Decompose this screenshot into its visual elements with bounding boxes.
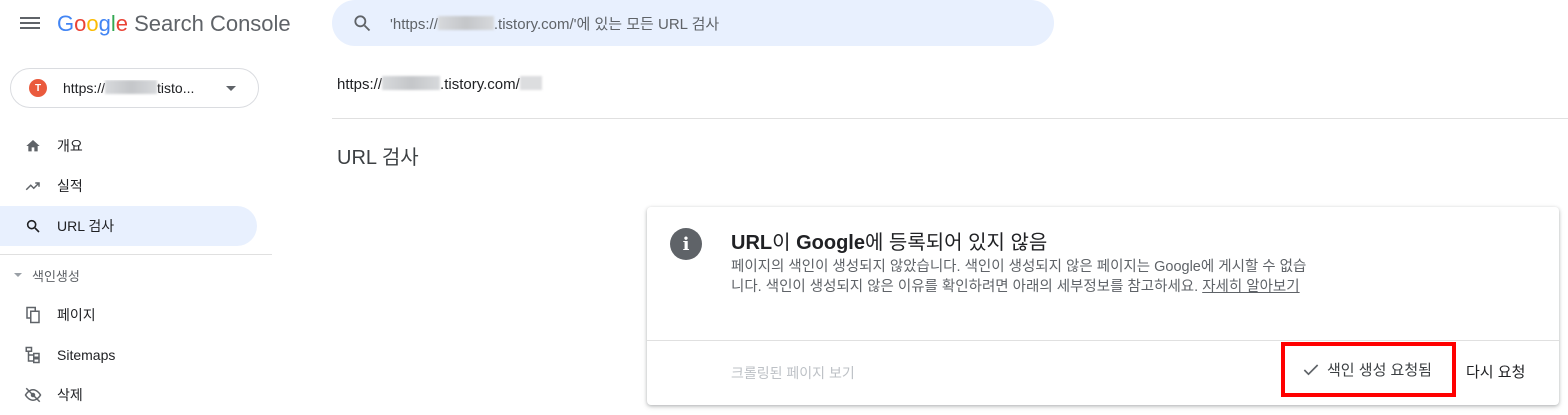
redacted-blur xyxy=(519,76,542,90)
view-crawled-page-button[interactable]: 크롤링된 페이지 보기 xyxy=(731,363,855,383)
logo-letter: e xyxy=(115,11,129,36)
redacted-blur xyxy=(105,80,158,94)
property-selector[interactable]: T https:// tisto... xyxy=(10,68,259,108)
menu-icon[interactable] xyxy=(20,14,40,32)
logo-letter: o xyxy=(74,11,87,36)
sidebar-item-url-inspection[interactable]: URL 검사 xyxy=(0,206,257,246)
sidebar-item-label: 개요 xyxy=(57,138,83,154)
page-title: URL 검사 xyxy=(337,147,419,169)
property-favicon-icon: T xyxy=(29,79,47,97)
search-text-suffix: .tistory.com/'에 있는 모든 URL 검사 xyxy=(493,15,720,33)
result-title-part: 에 등록되어 있지 않음 xyxy=(864,232,1048,254)
redacted-blur xyxy=(382,76,441,90)
sidebar: Google Search Console T https:// tisto...… xyxy=(0,0,291,415)
sidebar-nav: 개요 실적 URL 검사 색인생성 페이지 Sitemaps 삭제 xyxy=(0,126,272,415)
divider xyxy=(647,340,1559,341)
logo-letter: g xyxy=(98,11,111,36)
property-url-prefix: https:// xyxy=(63,80,106,96)
sidebar-item-performance[interactable]: 실적 xyxy=(0,166,257,206)
result-title-part: 이 xyxy=(772,232,797,254)
search-icon xyxy=(354,15,371,32)
home-icon xyxy=(24,137,42,155)
property-url: https:// tisto... xyxy=(63,80,208,96)
sidebar-item-label: Sitemaps xyxy=(57,347,116,363)
result-title-google: Google xyxy=(796,232,865,254)
collapse-caret-icon xyxy=(14,273,22,277)
inspection-result-card: i URL이 Google에 등록되어 있지 않음 페이지의 색인이 생성되지 … xyxy=(647,207,1559,405)
divider xyxy=(332,118,1568,119)
check-icon xyxy=(1303,363,1319,375)
search-placeholder: 'https:// .tistory.com/'에 있는 모든 URL 검사 xyxy=(390,13,719,34)
search-icon xyxy=(24,217,42,235)
sidebar-item-label: 삭제 xyxy=(57,387,83,403)
logo-product-name: Search Console xyxy=(128,11,291,36)
result-description: 페이지의 색인이 생성되지 않았습니다. 색인이 생성되지 않은 페이지는 Go… xyxy=(731,257,1311,297)
search-text-prefix: 'https:// xyxy=(390,15,438,33)
sidebar-item-sitemaps[interactable]: Sitemaps xyxy=(0,335,257,375)
property-url-suffix: tisto... xyxy=(157,80,195,96)
result-title: URL이 Google에 등록되어 있지 않음 xyxy=(731,226,1047,255)
inspected-url-prefix: https:// xyxy=(337,76,383,93)
logo-letter: G xyxy=(57,11,75,36)
info-icon: i xyxy=(670,228,702,260)
indexing-requested-button[interactable]: 색인 생성 요청됨 xyxy=(1301,359,1432,380)
visibility-off-icon xyxy=(24,386,42,404)
inspected-url-suffix: .tistory.com/ xyxy=(440,76,520,93)
trending-up-icon xyxy=(24,177,42,195)
inspected-url: https:// .tistory.com/ xyxy=(337,76,542,93)
redacted-blur xyxy=(437,15,494,30)
learn-more-link[interactable]: 자세히 알아보기 xyxy=(1202,279,1299,295)
sidebar-item-pages[interactable]: 페이지 xyxy=(0,295,257,335)
logo-letter: o xyxy=(86,11,99,36)
result-title-url: URL xyxy=(731,232,773,254)
dropdown-caret-icon xyxy=(226,85,236,91)
request-again-button[interactable]: 다시 요청 xyxy=(1466,361,1525,382)
sidebar-item-label: 페이지 xyxy=(57,307,96,323)
sidebar-item-label: URL 검사 xyxy=(57,218,115,234)
indexing-requested-label: 색인 생성 요청됨 xyxy=(1327,362,1432,379)
sidebar-item-label: 실적 xyxy=(57,178,83,194)
sidebar-item-overview[interactable]: 개요 xyxy=(0,126,257,166)
url-inspection-search-input[interactable]: 'https:// .tistory.com/'에 있는 모든 URL 검사 xyxy=(332,0,1054,46)
section-header-label: 색인생성 xyxy=(32,268,80,284)
section-header-indexing[interactable]: 색인생성 xyxy=(0,255,272,295)
pages-icon xyxy=(24,306,42,324)
sitemap-icon xyxy=(24,346,42,364)
app-logo[interactable]: Google Search Console xyxy=(57,10,291,38)
sidebar-item-removals[interactable]: 삭제 xyxy=(0,375,257,415)
